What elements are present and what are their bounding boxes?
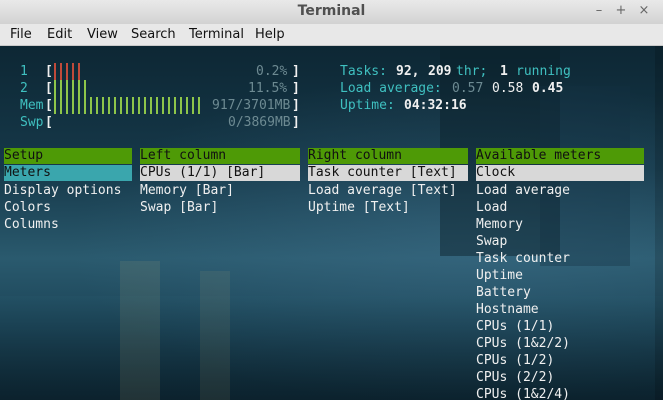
mem-bar: [54, 97, 204, 114]
mem-bracket-close: ]: [292, 98, 300, 113]
right-column-header: Right column: [308, 148, 468, 164]
terminal-window: Terminal – + × File Edit View Search Ter…: [0, 0, 663, 400]
menu-terminal[interactable]: Terminal: [189, 27, 244, 42]
minimize-button[interactable]: –: [590, 3, 608, 18]
load-5min: 0.58: [492, 81, 524, 96]
right-column-item[interactable]: Task counter [Text]: [308, 165, 468, 181]
available-meter-item[interactable]: Uptime: [476, 267, 523, 284]
mem-value: 917/3701MB: [212, 98, 291, 113]
title-bar[interactable]: Terminal – + ×: [0, 0, 663, 25]
available-meter-item[interactable]: Swap: [476, 233, 507, 250]
terminal-area[interactable]: 1 [ 0.2% ] 2 [ 11.5% ] Mem [ 917/3701MB …: [0, 46, 663, 400]
menu-search[interactable]: Search: [131, 27, 176, 42]
cpu2-label: 2: [20, 81, 28, 96]
scrollbar[interactable]: [655, 46, 663, 400]
close-button[interactable]: ×: [635, 3, 653, 18]
menu-file[interactable]: File: [10, 27, 32, 42]
cpu2-bar: [54, 80, 86, 97]
cpu2-bracket-close: ]: [292, 81, 300, 96]
available-meter-item[interactable]: CPUs (1/1): [476, 318, 554, 335]
right-column-item[interactable]: Uptime [Text]: [308, 199, 410, 216]
swp-value: 0/3869MB: [228, 115, 291, 130]
window-title: Terminal: [297, 3, 366, 19]
available-meter-item[interactable]: CPUs (1/2): [476, 352, 554, 369]
swp-bracket-open: [: [45, 115, 53, 130]
cpu1-label: 1: [20, 64, 28, 79]
available-meter-item[interactable]: CPUs (1&2/4): [476, 386, 570, 400]
cpu1-bracket-close: ]: [292, 64, 300, 79]
setup-item-columns[interactable]: Columns: [4, 216, 59, 233]
tasks-label: Tasks:: [340, 64, 387, 79]
swp-bracket-close: ]: [292, 115, 300, 130]
right-column-item[interactable]: Load average [Text]: [308, 182, 457, 199]
cpu1-bar: [54, 63, 84, 80]
left-column-item[interactable]: Memory [Bar]: [140, 182, 234, 199]
menu-help[interactable]: Help: [255, 27, 285, 42]
available-meter-item[interactable]: Load average: [476, 182, 570, 199]
left-column-item[interactable]: CPUs (1/1) [Bar]: [140, 165, 300, 181]
tasks-count: 92,: [396, 64, 420, 79]
cpu1-value: 0.2%: [256, 64, 288, 79]
available-meter-item[interactable]: Clock: [476, 165, 644, 181]
available-meter-item[interactable]: CPUs (2/2): [476, 369, 554, 386]
menu-bar: File Edit View Search Terminal Help: [0, 24, 663, 46]
load-label: Load average:: [340, 81, 442, 96]
background-reflection: [120, 261, 160, 400]
setup-item-display-options[interactable]: Display options: [4, 182, 121, 199]
load-1min: 0.57: [452, 81, 484, 96]
left-column-item[interactable]: Swap [Bar]: [140, 199, 218, 216]
mem-label: Mem: [20, 98, 44, 113]
available-meters-header: Available meters: [476, 148, 644, 164]
menu-edit[interactable]: Edit: [47, 27, 72, 42]
uptime-label: Uptime:: [340, 98, 395, 113]
available-meter-item[interactable]: Hostname: [476, 301, 539, 318]
menu-view[interactable]: View: [87, 27, 118, 42]
maximize-button[interactable]: +: [612, 3, 630, 18]
uptime-value: 04:32:16: [404, 98, 467, 113]
available-meter-item[interactable]: Memory: [476, 216, 523, 233]
mem-bracket-open: [: [45, 98, 53, 113]
available-meter-item[interactable]: Battery: [476, 284, 531, 301]
running-label: running: [516, 64, 571, 79]
setup-item-colors[interactable]: Colors: [4, 199, 51, 216]
cpu1-bracket-open: [: [45, 64, 53, 79]
threads-count: 209: [428, 64, 452, 79]
load-15min: 0.45: [532, 81, 564, 96]
left-column-header: Left column: [140, 148, 300, 164]
available-meter-item[interactable]: Task counter: [476, 250, 570, 267]
cpu2-value: 11.5%: [248, 81, 288, 96]
running-count: 1: [500, 64, 508, 79]
available-meter-item[interactable]: CPUs (1&2/2): [476, 335, 570, 352]
setup-item-meters[interactable]: Meters: [4, 165, 132, 181]
thr-label: thr;: [456, 64, 488, 79]
available-meter-item[interactable]: Load: [476, 199, 507, 216]
cpu2-bracket-open: [: [45, 81, 53, 96]
swp-label: Swp: [20, 115, 44, 130]
setup-header: Setup: [4, 148, 132, 164]
background-reflection: [200, 271, 230, 400]
